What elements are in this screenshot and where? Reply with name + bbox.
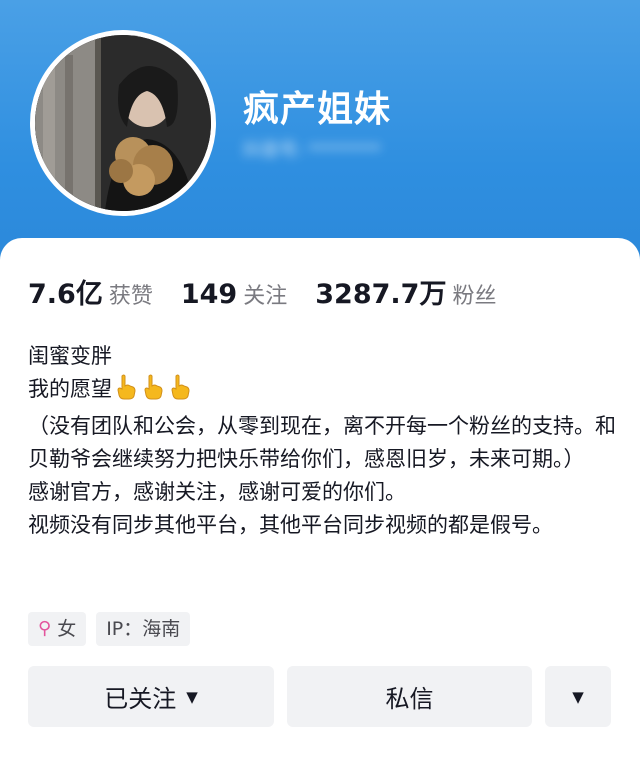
female-icon: ⚲ xyxy=(38,618,52,639)
gender-tag: ⚲ 女 xyxy=(28,612,87,646)
bio-line: 感谢官方，感谢关注，感谢可爱的你们。 xyxy=(28,480,406,504)
gender-label: 女 xyxy=(57,618,77,640)
stat-value: 149 xyxy=(180,279,238,310)
pointing-hands xyxy=(114,374,195,410)
pointing-hand-icon xyxy=(144,374,163,400)
followed-button[interactable]: 已关注 ▼ xyxy=(28,666,274,727)
bio-line: 闺蜜变胖 xyxy=(28,344,112,368)
caret-down-icon: ▼ xyxy=(186,687,198,706)
avatar-photo xyxy=(35,35,211,211)
stat-value: 3287.7万 xyxy=(315,279,447,310)
stat-value: 7.6亿 xyxy=(28,279,103,310)
message-label: 私信 xyxy=(385,685,434,713)
stats-row: 7.6亿 获赞 149 关注 3287.7万 粉丝 xyxy=(28,272,524,311)
stat-likes[interactable]: 7.6亿 获赞 xyxy=(28,272,153,311)
bio-line: 视频没有同步其他平台，其他平台同步视频的都是假号。 xyxy=(28,513,553,537)
profile-handle: 抖音号: ******** xyxy=(243,140,381,161)
message-button[interactable]: 私信 xyxy=(287,666,532,727)
followed-label: 已关注 xyxy=(104,685,177,713)
avatar[interactable] xyxy=(30,30,216,216)
bio-line: （没有团队和公会，从零到现在，离不开每一个粉丝的支持。和贝勒爷会继续努力把快乐带… xyxy=(28,414,616,471)
profile-bio: 闺蜜变胖 我的愿望 （没有团队和公会，从零到现在，离不开每一个粉丝的支持。和贝勒… xyxy=(28,340,618,542)
stat-label: 获赞 xyxy=(108,284,153,309)
more-button[interactable]: ▼ xyxy=(545,666,611,727)
pointing-hand-icon xyxy=(171,374,190,400)
profile-tags: ⚲ 女 IP：海南 xyxy=(28,612,200,646)
stat-label: 关注 xyxy=(243,284,288,309)
pointing-hand-icon xyxy=(117,374,136,400)
bio-line: 我的愿望 xyxy=(28,373,618,410)
caret-down-icon: ▼ xyxy=(572,687,584,706)
bio-line-text: 我的愿望 xyxy=(28,377,112,401)
profile-name: 疯产姐妹 xyxy=(243,89,392,130)
stat-following[interactable]: 149 关注 xyxy=(181,278,287,310)
stat-label: 粉丝 xyxy=(452,284,497,309)
stat-followers[interactable]: 3287.7万 粉丝 xyxy=(315,272,496,311)
ip-tag: IP：海南 xyxy=(96,612,191,646)
